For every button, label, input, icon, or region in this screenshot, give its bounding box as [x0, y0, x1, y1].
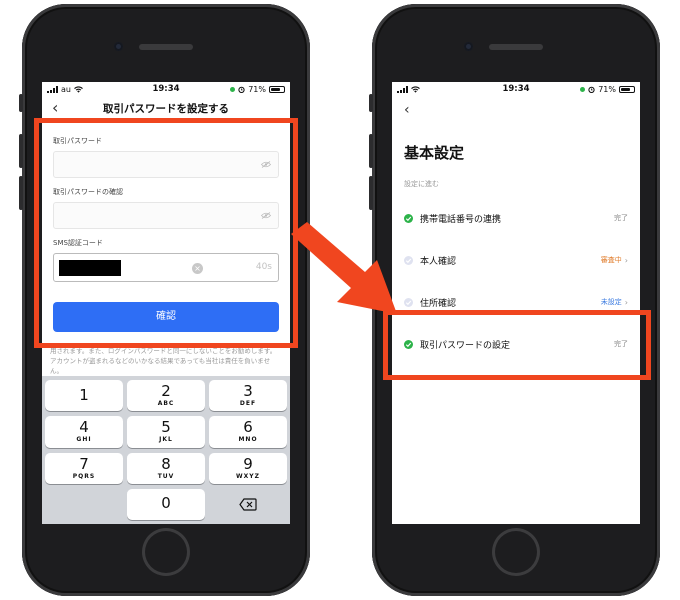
- key-5[interactable]: 5 JKL: [127, 416, 205, 448]
- page-title: 取引パスワードを設定する: [103, 102, 229, 115]
- volume-up-button: [19, 134, 23, 168]
- earpiece-speaker: [139, 44, 193, 50]
- numeric-keypad: 1 2 ABC 3 DEF 4 GHI 5 JKL 6 MNO 7 PQRS 8 TUV 9W…: [42, 376, 290, 524]
- backspace-key[interactable]: [209, 489, 287, 520]
- key-3[interactable]: 3 DEF: [209, 380, 287, 412]
- key-4[interactable]: 4 GHI: [45, 416, 123, 448]
- key-6[interactable]: 6 MNO: [209, 416, 287, 448]
- volume-down-button: [369, 176, 373, 210]
- notice-text: 用されます。また、ログインパスワードと同一にしないことをお勧めします。アカウント…: [50, 347, 277, 375]
- backspace-icon: [239, 498, 257, 511]
- status-badge: 完了: [614, 214, 628, 222]
- volume-down-button: [19, 176, 23, 210]
- step-identity[interactable]: 本人確認 審査中 ›: [392, 239, 640, 281]
- step-phone-link[interactable]: 携帯電話番号の連携 完了: [392, 197, 640, 239]
- status-time: 19:34: [152, 84, 180, 94]
- back-chevron-icon[interactable]: ‹: [52, 98, 58, 117]
- step-name: 携帯電話番号の連携: [420, 214, 502, 225]
- status-badge: 審査中 ›: [600, 255, 628, 265]
- battery-icon: [619, 85, 635, 93]
- back-chevron-icon[interactable]: ‹: [404, 102, 640, 120]
- volume-up-button: [369, 134, 373, 168]
- key-7[interactable]: 7 PQRS: [45, 452, 123, 484]
- status-time: 19:34: [502, 84, 530, 94]
- status-bar: 19:34 71%: [392, 82, 640, 96]
- check-circle-pending-icon: [404, 255, 413, 265]
- key-1[interactable]: 1: [45, 380, 123, 412]
- key-blank: [45, 489, 123, 520]
- chevron-right-icon: ›: [624, 297, 628, 307]
- earpiece-speaker: [489, 44, 543, 50]
- key-8[interactable]: 8 TUV: [127, 452, 205, 484]
- chevron-right-icon: ›: [624, 255, 628, 265]
- nav-bar: ‹ 取引パスワードを設定する: [42, 96, 290, 120]
- home-button: [492, 528, 540, 576]
- highlight-form-box: [34, 118, 298, 348]
- home-button: [142, 528, 190, 576]
- key-2[interactable]: 2 ABC: [127, 380, 205, 412]
- front-camera: [114, 42, 123, 51]
- page-title: 基本設定: [404, 144, 465, 162]
- status-badge: 未設定 ›: [600, 297, 628, 307]
- status-bar: au 19:34 71%: [42, 82, 290, 96]
- check-circle-pending-icon: [404, 297, 413, 307]
- step-name: 住所確認: [420, 298, 457, 309]
- phone-right: 19:34 71% ‹ 基本設定 設定に進む 携帯電話番号の連携 完了 本人確認…: [369, 4, 660, 596]
- front-camera: [464, 42, 473, 51]
- section-subtitle: 設定に進む: [404, 180, 439, 188]
- right-screen: 19:34 71% ‹ 基本設定 設定に進む 携帯電話番号の連携 完了 本人確認…: [392, 82, 640, 524]
- battery-icon: [269, 85, 285, 93]
- arrow-icon: [291, 222, 397, 314]
- step-name: 本人確認: [420, 256, 457, 267]
- key-0[interactable]: 0: [127, 488, 205, 520]
- check-circle-icon: [404, 213, 413, 223]
- key-9[interactable]: 9 WXYZ: [209, 452, 287, 484]
- mute-switch: [19, 94, 23, 112]
- mute-switch: [369, 94, 373, 112]
- highlight-step-box: [383, 310, 651, 380]
